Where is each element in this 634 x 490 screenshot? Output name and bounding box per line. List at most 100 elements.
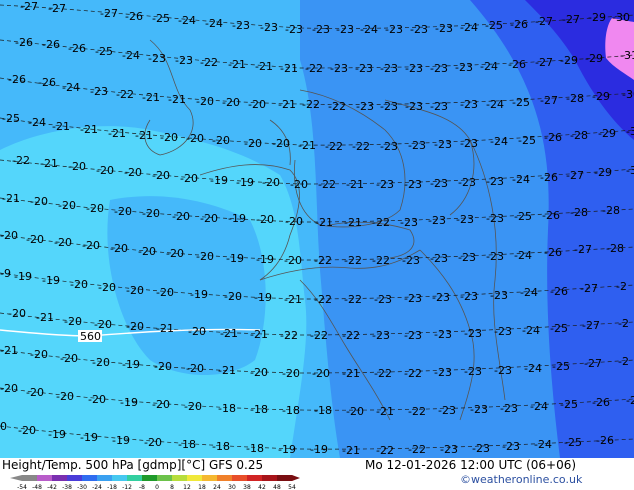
isotherm-label: -24 xyxy=(522,324,540,337)
isotherm-label: -19 xyxy=(254,291,272,304)
isotherm-label: -18 xyxy=(282,404,300,417)
colorbar-arrow-left xyxy=(10,475,22,481)
isotherm-label: -23 xyxy=(355,62,373,75)
colorbar-tick-label: 24 xyxy=(213,484,221,490)
isotherm-label: -20 xyxy=(166,247,184,260)
isotherm-label: -26 xyxy=(68,42,86,55)
isotherm-label: -19 xyxy=(210,174,228,187)
isotherm-label: -22 xyxy=(372,254,390,267)
isotherm-label: -25 xyxy=(95,45,113,58)
isotherm-label: -23 xyxy=(410,23,428,36)
isotherm-label: -23 xyxy=(380,62,398,75)
isotherm-label: -20 xyxy=(248,98,266,111)
weather-map: 560 -27 -27 -27 -26 -25 -24 -24 -23 -23 -23 -23 -23… xyxy=(0,0,634,458)
isotherm-label: -23 xyxy=(472,442,490,455)
isotherm-label: -23 xyxy=(460,137,478,150)
isotherm-label: -26 xyxy=(38,76,56,89)
isotherm-label: -19 xyxy=(48,428,66,441)
isotherm-label: -22 xyxy=(280,329,298,342)
isotherm-label: -20 xyxy=(196,250,214,263)
colorbar-tick-label: -30 xyxy=(77,484,87,490)
isotherm-label: -9 xyxy=(0,267,11,280)
isotherm-label: -24 xyxy=(360,23,378,36)
isotherm-label: -21 xyxy=(298,139,316,152)
isotherm-label: -20 xyxy=(144,436,162,449)
isotherm-label: -20 xyxy=(272,137,290,150)
isotherm-label: -21 xyxy=(142,91,160,104)
isotherm-label: -30 xyxy=(622,88,634,101)
isotherm-label: -20 xyxy=(56,390,74,403)
isotherm-label: -21 xyxy=(346,178,364,191)
isotherm-label: -22 xyxy=(325,140,343,153)
isotherm-label: -23 xyxy=(494,364,512,377)
credit-link[interactable]: ©weatheronline.co.uk xyxy=(460,473,582,486)
isotherm-label: -20 xyxy=(188,325,206,338)
isotherm-label: -23 xyxy=(260,21,278,34)
isotherm-label: -22 xyxy=(302,98,320,111)
isotherm-label: -28 xyxy=(602,204,620,217)
isotherm-label: -20 xyxy=(142,207,160,220)
isotherm-label: -24 xyxy=(490,135,508,148)
isotherm-label: -29 xyxy=(598,127,616,140)
isotherm-label: -27 xyxy=(100,7,118,20)
footer-bar: Height/Temp. 500 hPa [gdmp][°C] GFS 0.25… xyxy=(0,458,634,490)
isotherm-label: -24 xyxy=(512,173,530,186)
isotherm-label: -20 xyxy=(284,254,302,267)
isotherm-label: -23 xyxy=(440,443,458,456)
isotherm-label: -26 xyxy=(550,285,568,298)
isotherm-label: -20 xyxy=(262,176,280,189)
geopotential-label: 560 xyxy=(80,330,101,343)
colorbar-tick-label: -8 xyxy=(139,484,145,490)
isotherm-label: -22 xyxy=(344,293,362,306)
isotherm-label: -22 xyxy=(12,154,30,167)
isotherm-label: -18 xyxy=(218,402,236,415)
colorbar-segment xyxy=(232,475,248,481)
isotherm-label: -24 xyxy=(520,286,538,299)
isotherm-label: -20 xyxy=(154,360,172,373)
isotherm-label: -21 xyxy=(218,364,236,377)
isotherm-label: -21 xyxy=(376,405,394,418)
isotherm-label: -26 xyxy=(596,434,614,447)
isotherm-label: -20 xyxy=(346,405,364,418)
colorbar-segment xyxy=(262,475,278,481)
isotherm-label: -20 xyxy=(98,281,116,294)
isotherm-label: -24 xyxy=(178,14,196,27)
isotherm-label: -23 xyxy=(175,54,193,67)
isotherm-label: -22 xyxy=(344,254,362,267)
isotherm-label: -24 xyxy=(514,249,532,262)
isotherm-label: -21 xyxy=(342,444,360,457)
isotherm-label: -18 xyxy=(212,440,230,453)
isotherm-label: -20 xyxy=(152,169,170,182)
isotherm-label: -20 xyxy=(124,166,142,179)
colorbar-segment xyxy=(217,475,233,481)
isotherm-label: -21 xyxy=(156,322,174,335)
isotherm-label: -23 xyxy=(376,178,394,191)
isotherm-label: -27 xyxy=(562,13,580,26)
isotherm-label: -3 xyxy=(626,125,634,138)
isotherm-label: -23 xyxy=(402,254,420,267)
isotherm-label: -23 xyxy=(372,329,390,342)
map-canvas: 560 -27 -27 -27 -26 -25 -24 -24 -23 -23 -23 -23 -23… xyxy=(0,0,634,458)
isotherm-label: -21 xyxy=(36,311,54,324)
isotherm-label: -18 xyxy=(250,403,268,416)
isotherm-label: -25 xyxy=(514,210,532,223)
colorbar-segment xyxy=(187,475,203,481)
isotherm-label: -23 xyxy=(458,251,476,264)
isotherm-label: -26 xyxy=(15,36,33,49)
colorbar-segment xyxy=(172,475,188,481)
isotherm-label: -28 xyxy=(606,242,624,255)
isotherm-label: -21 xyxy=(220,327,238,340)
colorbar-tick-label: 0 xyxy=(155,484,159,490)
isotherm-label: -19 xyxy=(236,176,254,189)
isotherm-label: -29 xyxy=(588,11,606,24)
isotherm-label: -2 xyxy=(626,394,634,407)
isotherm-label: -23 xyxy=(404,178,422,191)
isotherm-label: -20 xyxy=(282,367,300,380)
isotherm-label: -20 xyxy=(290,178,308,191)
isotherm-label: -23 xyxy=(464,327,482,340)
isotherm-label: -20 xyxy=(70,278,88,291)
isotherm-label: -26 xyxy=(542,209,560,222)
isotherm-label: -20 xyxy=(58,199,76,212)
isotherm-label: -27 xyxy=(584,357,602,370)
isotherm-label: -24 xyxy=(530,400,548,413)
